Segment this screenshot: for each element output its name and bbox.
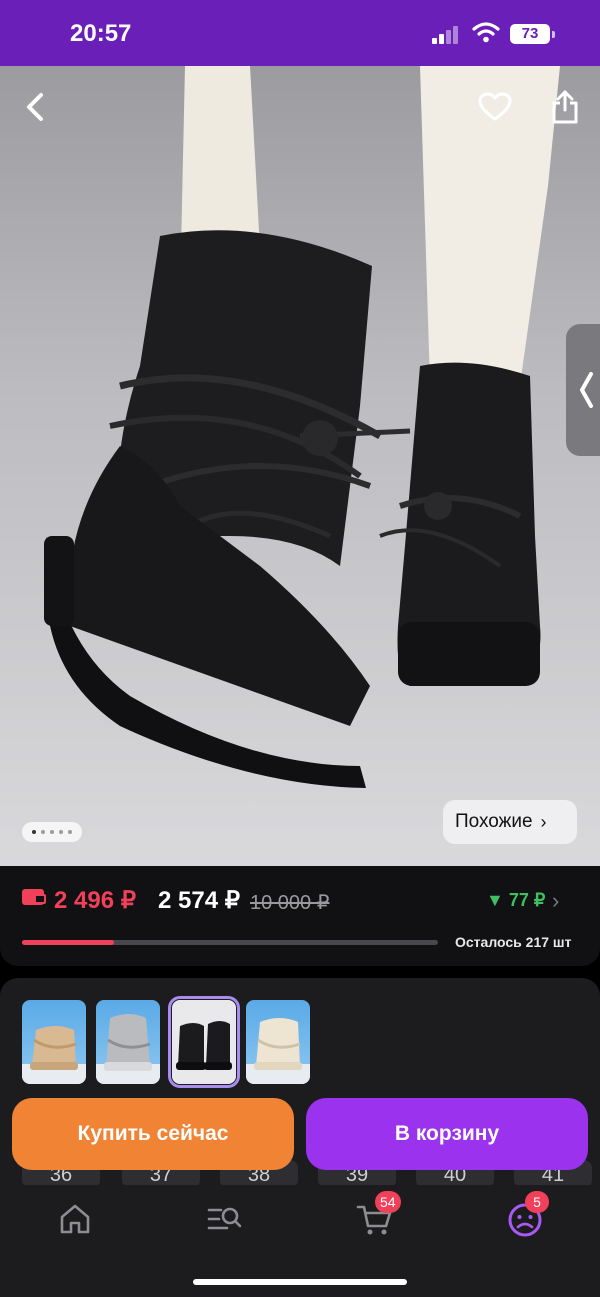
price: 2 574 ₽ xyxy=(158,887,240,914)
variant-image xyxy=(22,1026,86,1084)
stock-progress-fill xyxy=(22,940,114,945)
cellular-signal-icon xyxy=(432,24,462,44)
product-photo xyxy=(44,66,560,788)
variant-thumb-grey[interactable] xyxy=(96,1000,160,1084)
chevron-right-icon: › xyxy=(540,811,547,832)
wifi-icon xyxy=(472,22,500,43)
chevron-right-icon[interactable]: › xyxy=(552,888,559,914)
tab-home[interactable] xyxy=(55,1199,95,1239)
variant-image xyxy=(96,1014,160,1084)
cashback-amount[interactable]: ▼ 77 ₽ xyxy=(486,890,545,911)
share-button[interactable] xyxy=(540,82,590,132)
wallet-price: 2 496 ₽ xyxy=(54,887,136,914)
side-panel-handle[interactable] xyxy=(566,324,600,456)
status-bar: 20:57 73 xyxy=(0,0,600,66)
tab-profile[interactable]: 5 xyxy=(505,1191,549,1239)
chevron-left-icon xyxy=(580,372,593,408)
cart-badge: 54 xyxy=(375,1191,401,1213)
page-dot xyxy=(50,830,54,834)
similar-button[interactable]: Похожие › xyxy=(443,800,577,844)
buy-now-button[interactable]: Купить сейчас xyxy=(12,1098,294,1170)
wallet-icon xyxy=(22,889,46,905)
page-dot xyxy=(32,830,36,834)
stock-progress-bar xyxy=(22,940,438,945)
stock-remaining: Осталось 217 шт xyxy=(455,934,572,950)
variant-thumb-black[interactable] xyxy=(168,996,240,1088)
status-time: 20:57 xyxy=(70,20,132,47)
profile-badge: 5 xyxy=(525,1191,549,1213)
tab-cart[interactable]: 54 xyxy=(355,1191,401,1239)
image-pagination xyxy=(22,822,82,842)
price-panel: 2 496 ₽ 2 574 ₽ 10 000 ₽ ▼ 77 ₽ › Остало… xyxy=(0,866,600,966)
share-icon xyxy=(552,90,578,124)
battery-tip xyxy=(552,31,555,38)
back-button[interactable] xyxy=(10,82,60,132)
favorite-button[interactable] xyxy=(470,82,520,132)
home-indicator xyxy=(193,1279,407,1285)
home-icon xyxy=(60,1204,90,1234)
tab-catalog-search[interactable] xyxy=(205,1199,245,1239)
similar-label: Похожие xyxy=(455,811,533,832)
page-dot xyxy=(68,830,72,834)
battery-icon: 73 xyxy=(510,24,550,44)
old-price: 10 000 ₽ xyxy=(250,892,330,914)
variant-image xyxy=(172,1000,236,1084)
variant-thumb-cream[interactable] xyxy=(246,1000,310,1084)
catalog-search-icon xyxy=(207,1207,242,1230)
page-dot xyxy=(59,830,63,834)
variant-image xyxy=(246,1018,310,1084)
page-dot xyxy=(41,830,45,834)
chevron-left-icon xyxy=(27,93,43,121)
product-image-gallery[interactable]: Похожие › xyxy=(0,66,600,866)
bottom-tab-bar: 54 5 xyxy=(0,1185,600,1297)
variant-thumb-beige[interactable] xyxy=(22,1000,86,1084)
add-to-cart-button[interactable]: В корзину xyxy=(306,1098,588,1170)
heart-icon xyxy=(478,92,512,121)
